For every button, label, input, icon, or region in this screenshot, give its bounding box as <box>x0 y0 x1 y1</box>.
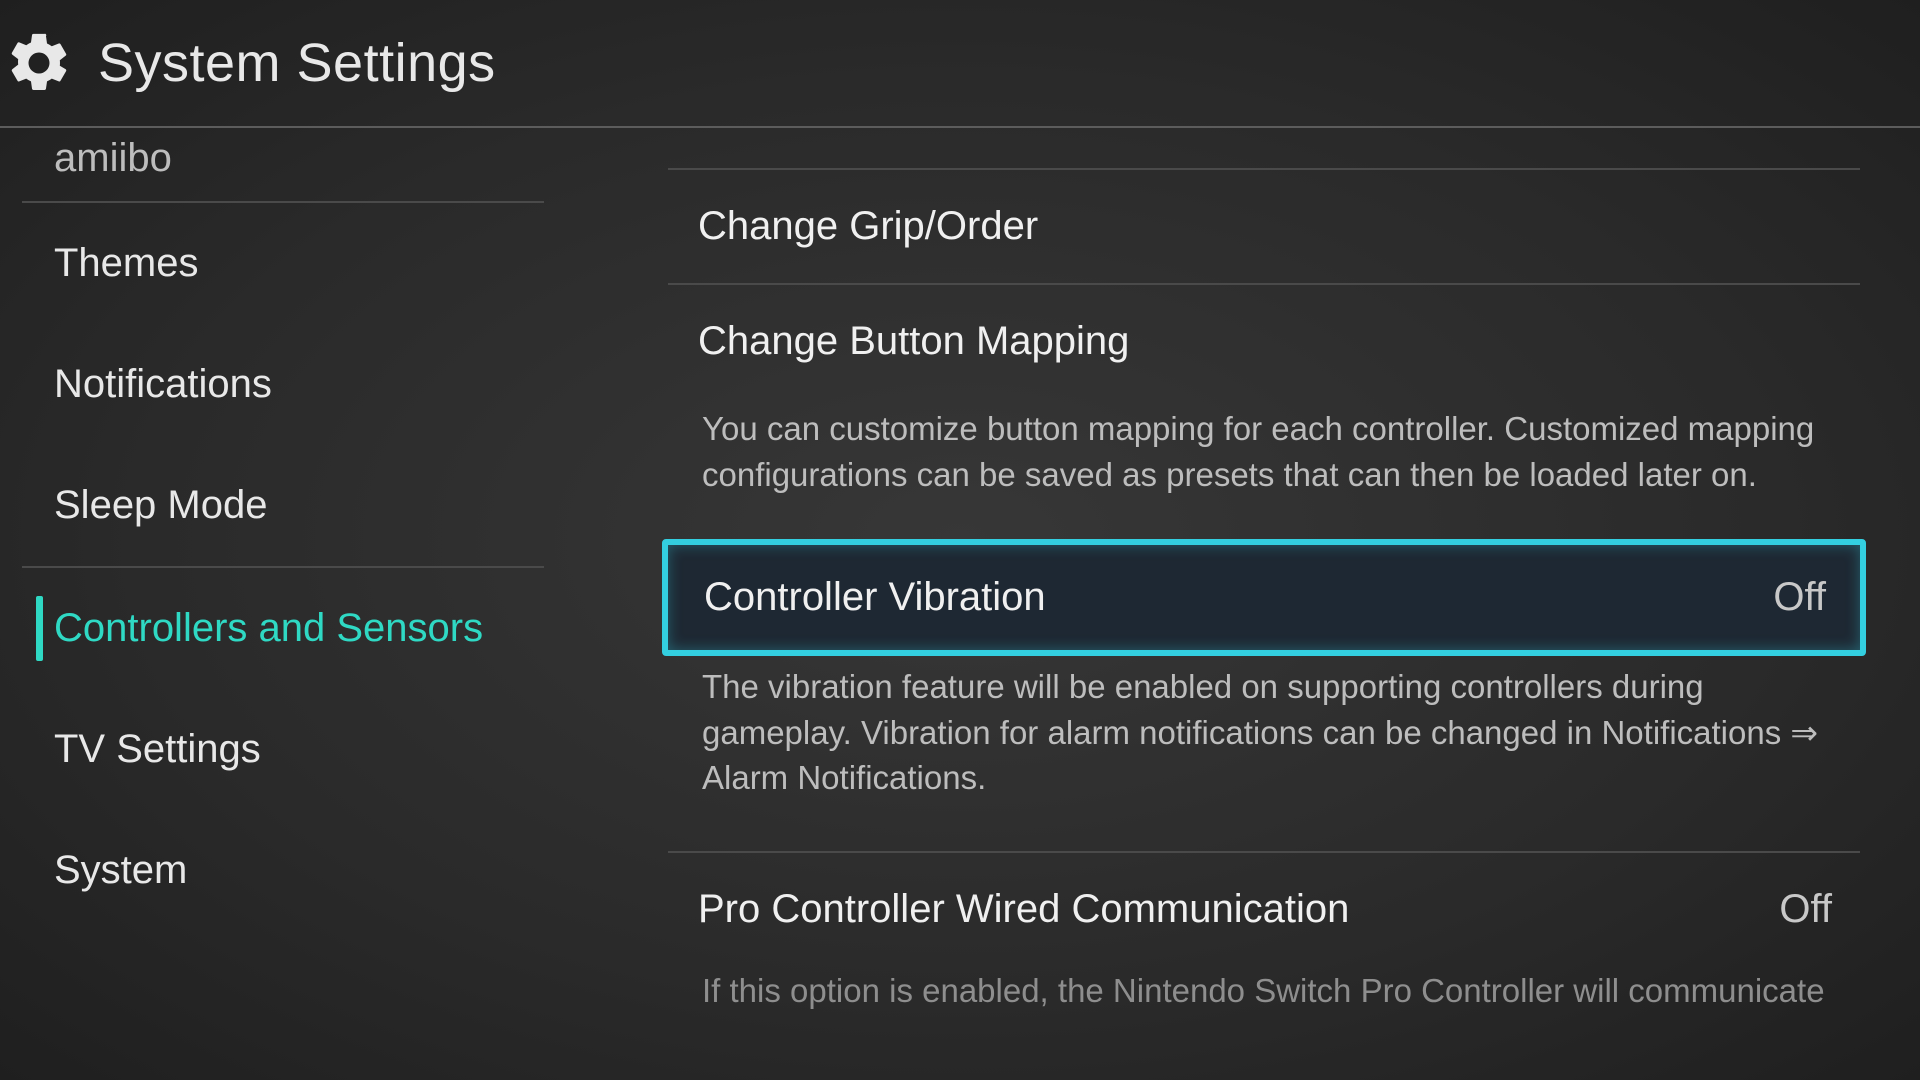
sidebar-item-label: Sleep Mode <box>54 483 267 527</box>
sidebar-item-system[interactable]: System <box>0 810 570 931</box>
sidebar-item-label: amiibo <box>54 136 172 180</box>
setting-pro-controller-wired[interactable]: Pro Controller Wired Communication Off <box>668 851 1860 966</box>
setting-change-grip-order[interactable]: Change Grip/Order <box>668 168 1860 283</box>
setting-description-partial: If this option is enabled, the Nintendo … <box>668 966 1860 1010</box>
header: System Settings <box>0 0 1920 128</box>
setting-label: Change Grip/Order <box>698 204 1038 249</box>
setting-value: Off <box>1773 575 1826 620</box>
gear-icon <box>4 28 74 98</box>
sidebar-item-label: Controllers and Sensors <box>54 606 483 650</box>
sidebar-item-themes[interactable]: Themes <box>0 203 570 324</box>
main-panel: Change Grip/Order Change Button Mapping … <box>570 128 1920 1080</box>
setting-value: Off <box>1779 887 1832 932</box>
sidebar-item-label: Notifications <box>54 362 272 406</box>
setting-controller-vibration[interactable]: Controller Vibration Off <box>662 539 1866 656</box>
sidebar-item-tv-settings[interactable]: TV Settings <box>0 689 570 810</box>
setting-description: The vibration feature will be enabled on… <box>668 662 1860 825</box>
setting-change-button-mapping[interactable]: Change Button Mapping <box>668 283 1860 398</box>
sidebar-item-label: Themes <box>54 241 199 285</box>
sidebar-item-label: System <box>54 848 187 892</box>
page-title: System Settings <box>98 32 496 94</box>
sidebar: amiibo Themes Notifications Sleep Mode C… <box>0 128 570 1080</box>
setting-label: Controller Vibration <box>704 575 1046 620</box>
setting-label: Pro Controller Wired Communication <box>698 887 1349 932</box>
sidebar-item-notifications[interactable]: Notifications <box>0 324 570 445</box>
sidebar-item-controllers-and-sensors[interactable]: Controllers and Sensors <box>0 568 570 689</box>
sidebar-item-label: TV Settings <box>54 727 261 771</box>
sidebar-item-amiibo[interactable]: amiibo <box>0 128 570 201</box>
sidebar-item-sleep-mode[interactable]: Sleep Mode <box>0 445 570 566</box>
setting-description: You can customize button mapping for eac… <box>668 398 1860 521</box>
setting-label: Change Button Mapping <box>698 319 1129 364</box>
